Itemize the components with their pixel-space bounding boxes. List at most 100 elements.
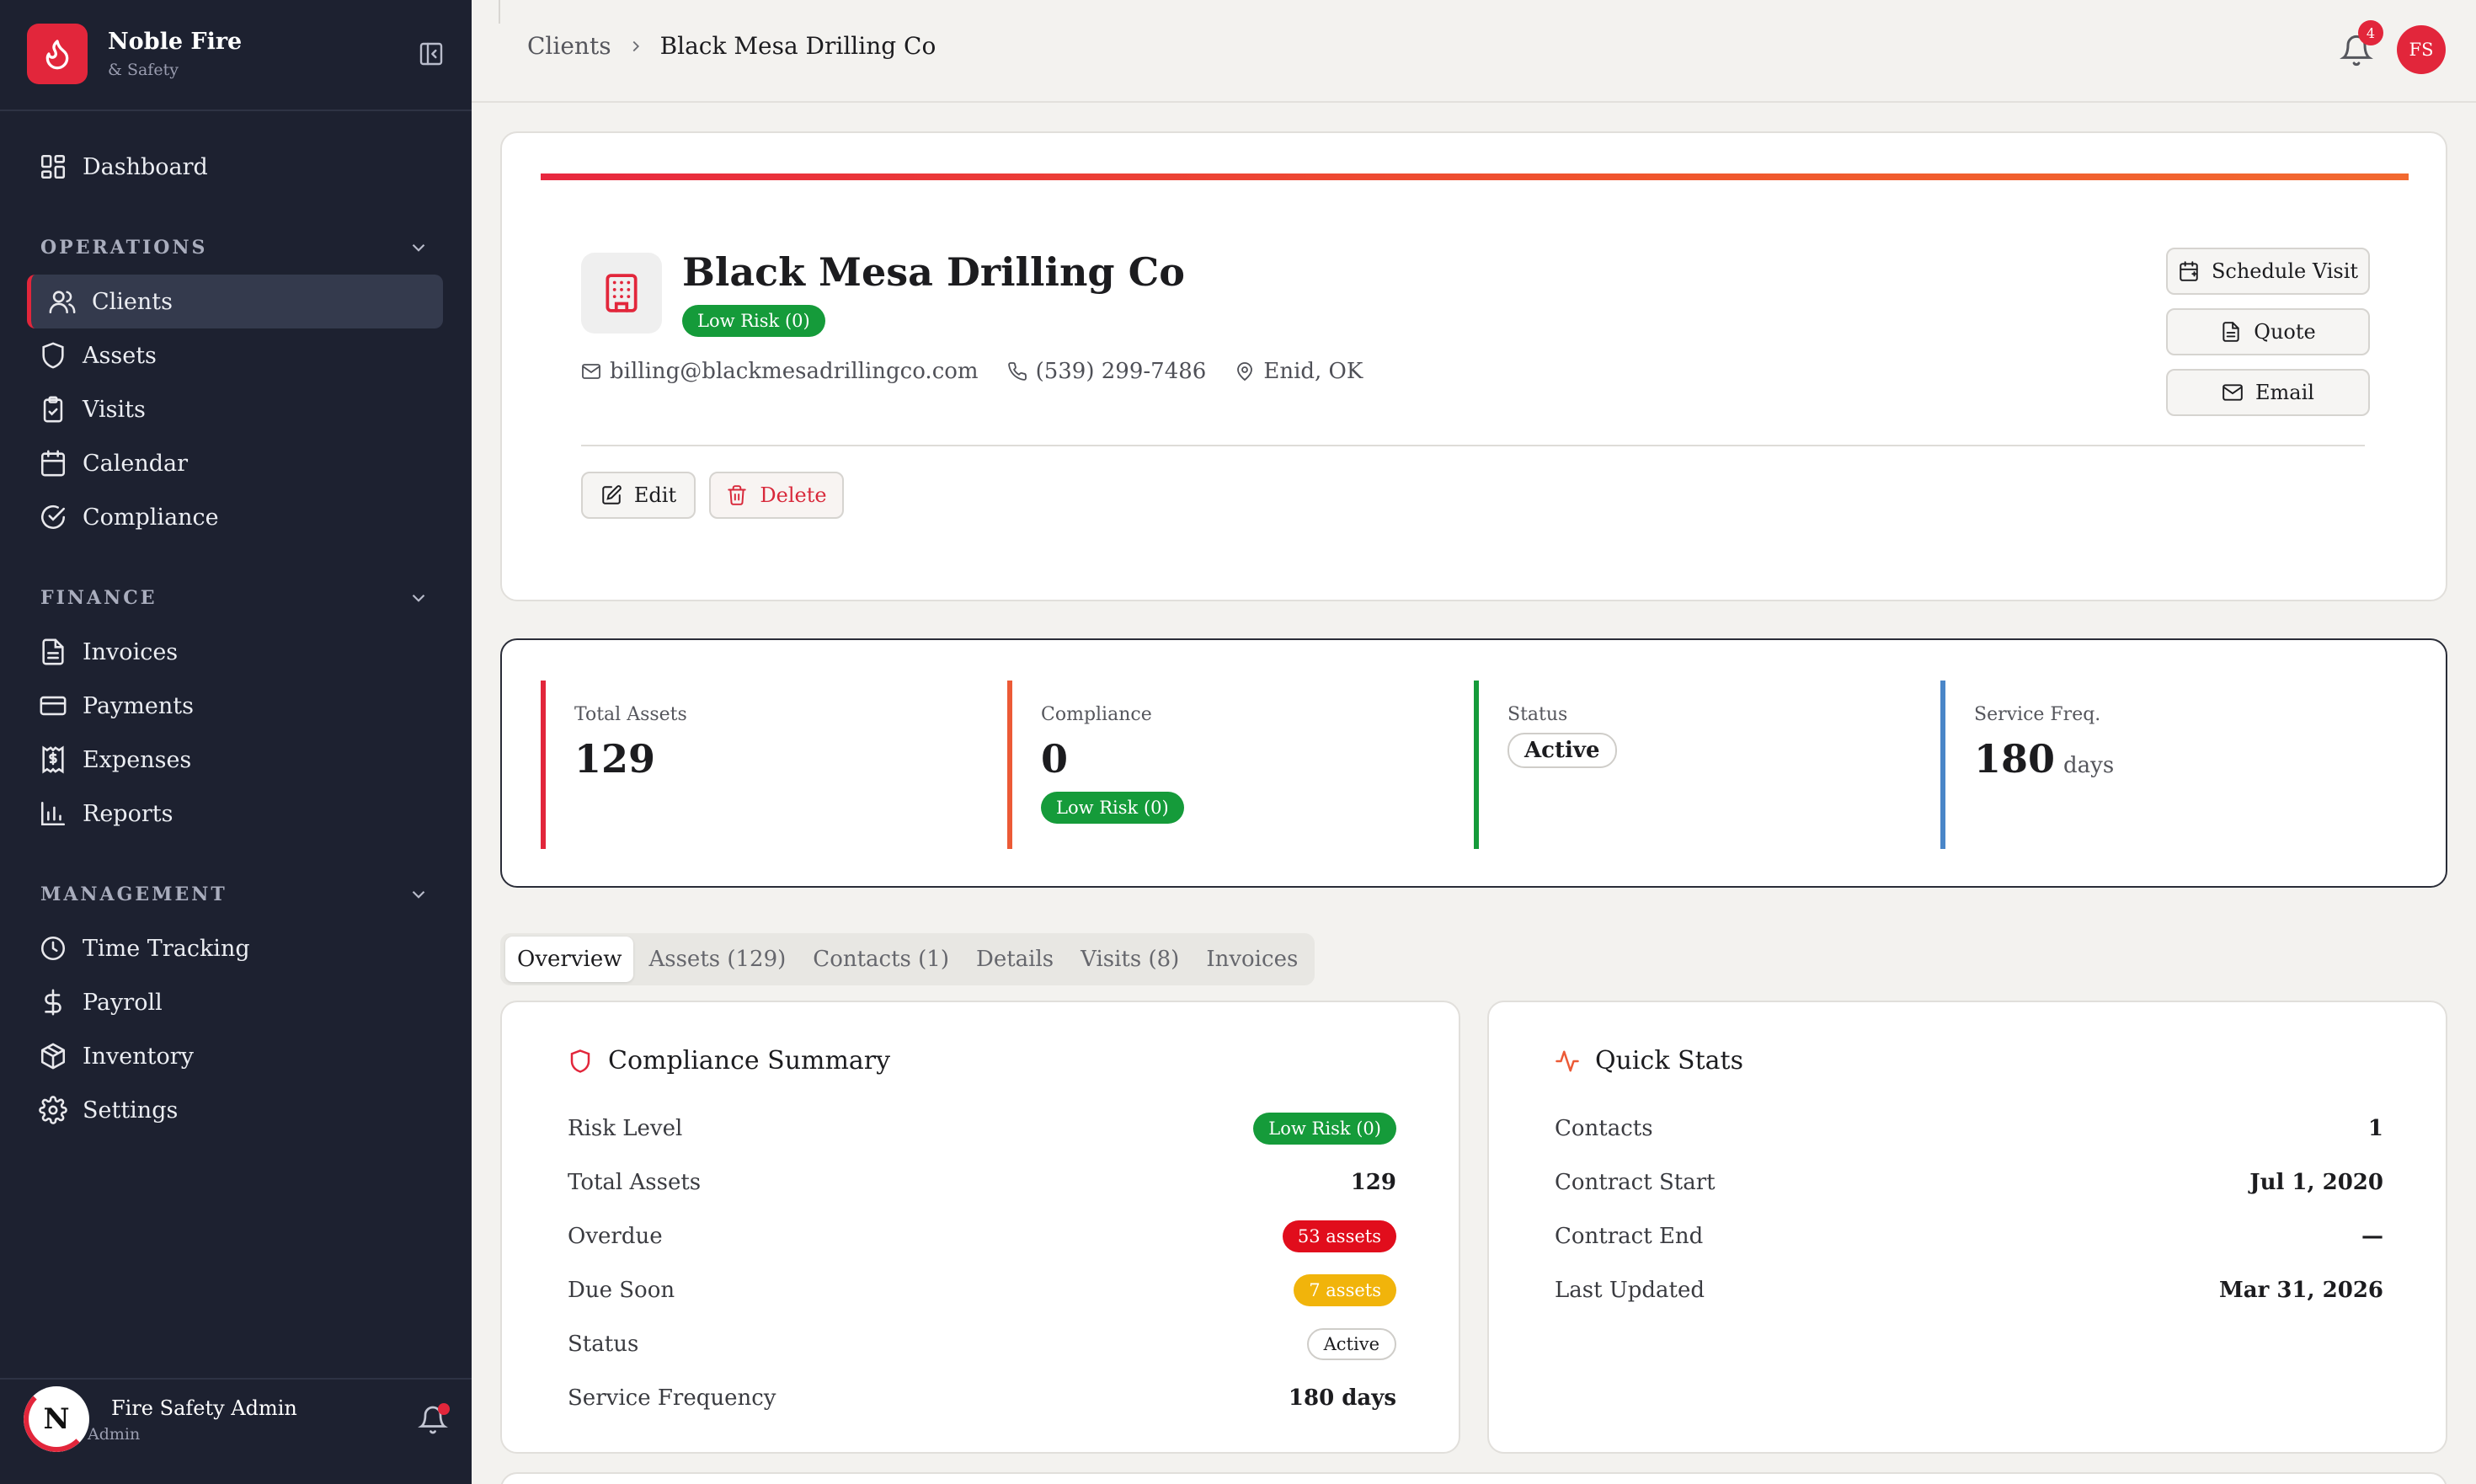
stat-unit: days xyxy=(2063,753,2115,778)
risk-badge: Low Risk (0) xyxy=(682,305,825,337)
sidebar-divider xyxy=(0,109,472,111)
calendar-plus-icon xyxy=(2180,261,2198,281)
tab-overview[interactable]: Overview xyxy=(505,937,634,982)
notifications-bell-icon[interactable]: 4 xyxy=(2340,20,2383,67)
nav-section-management[interactable]: MANAGEMENT xyxy=(40,878,430,911)
tab-assets[interactable]: Assets (129) xyxy=(637,937,798,982)
breadcrumb-current: Black Mesa Drilling Co xyxy=(659,32,937,60)
avatar[interactable]: N xyxy=(24,1386,89,1452)
sidebar-item-dashboard[interactable]: Dashboard xyxy=(27,140,443,194)
sidebar-item-settings[interactable]: Settings xyxy=(27,1083,443,1137)
shield-icon xyxy=(570,1049,590,1073)
compliance-summary-card: Compliance Summary Risk Level Low Risk (… xyxy=(500,1001,1460,1454)
sidebar-item-label: Payroll xyxy=(83,989,163,1016)
flame-logo-icon[interactable] xyxy=(27,24,88,84)
chevron-down-icon xyxy=(412,594,425,602)
receipt-icon xyxy=(42,745,64,774)
location-contact: Enid, OK xyxy=(1235,359,1363,384)
tab-invoices[interactable]: Invoices xyxy=(1194,937,1310,982)
tab-contacts[interactable]: Contacts (1) xyxy=(801,937,961,982)
row-label: Service Frequency xyxy=(568,1385,776,1411)
phone-contact[interactable]: (539) 299-7486 xyxy=(1007,359,1206,384)
avatar-initial: N xyxy=(43,1402,70,1436)
stat-number: 180 xyxy=(1974,736,2056,782)
summary-row-risk-level: Risk Level Low Risk (0) xyxy=(568,1103,1396,1154)
due-soon-badge: 7 assets xyxy=(1294,1274,1396,1306)
user-avatar-button[interactable]: FS xyxy=(2397,25,2446,74)
sidebar-item-label: Reports xyxy=(83,800,173,827)
user-name: Fire Safety Admin xyxy=(111,1396,297,1420)
sidebar-item-calendar[interactable]: Calendar xyxy=(27,436,443,490)
client-contact-info: billing@blackmesadrillingco.com (539) 29… xyxy=(581,359,1363,384)
stat-compliance: Compliance 0 Low Risk (0) xyxy=(1007,681,1462,849)
nav-section-operations[interactable]: OPERATIONS xyxy=(40,231,430,264)
dashboard-icon xyxy=(40,154,66,179)
chevron-right-icon xyxy=(632,40,639,51)
compliance-summary-title: Compliance Summary xyxy=(608,1046,891,1076)
mail-icon xyxy=(582,364,600,379)
client-location: Enid, OK xyxy=(1263,359,1363,384)
shield-icon xyxy=(42,342,64,369)
email-contact[interactable]: billing@blackmesadrillingco.com xyxy=(581,359,979,384)
sidebar-item-time-tracking[interactable]: Time Tracking xyxy=(27,921,443,975)
sidebar-item-invoices[interactable]: Invoices xyxy=(27,625,443,679)
row-label: Contacts xyxy=(1555,1116,1653,1141)
summary-row-overdue: Overdue 53 assets xyxy=(568,1211,1396,1262)
tab-visits[interactable]: Visits (8) xyxy=(1069,937,1191,982)
tab-details[interactable]: Details xyxy=(964,937,1065,982)
quick-stats-title: Quick Stats xyxy=(1595,1046,1743,1076)
row-value: 129 xyxy=(1350,1170,1396,1195)
client-header-card: Black Mesa Drilling Co Low Risk (0) bill… xyxy=(500,131,2447,601)
sidebar-item-inventory[interactable]: Inventory xyxy=(27,1029,443,1083)
dollar-icon xyxy=(45,989,61,1016)
user-profile[interactable]: N Fire Safety Admin Admin xyxy=(24,1381,450,1457)
brand: Noble Fire & Safety xyxy=(27,24,445,84)
sidebar-item-visits[interactable]: Visits xyxy=(27,382,443,436)
row-value: 180 days xyxy=(1288,1385,1396,1411)
sidebar-collapse-icon[interactable] xyxy=(418,40,445,67)
schedule-visit-button[interactable]: Schedule Visit xyxy=(2166,248,2370,295)
breadcrumb-clients-link[interactable]: Clients xyxy=(527,32,611,60)
sidebar-item-reports[interactable]: Reports xyxy=(27,787,443,841)
sidebar-item-label: Dashboard xyxy=(83,153,208,180)
activity-icon xyxy=(1556,1050,1579,1071)
sidebar-item-payroll[interactable]: Payroll xyxy=(27,975,443,1029)
card-title: Compliance Summary xyxy=(568,1046,890,1076)
client-name: Black Mesa Drilling Co xyxy=(682,249,1185,295)
stat-service-frequency: Service Freq. 180 days xyxy=(1940,681,2395,849)
divider xyxy=(581,445,2365,446)
section-title: FINANCE xyxy=(40,587,157,609)
accent-bar xyxy=(541,173,2409,180)
quote-button[interactable]: Quote xyxy=(2166,308,2370,355)
bell-icon[interactable] xyxy=(418,1403,450,1435)
brand-subtitle: & Safety xyxy=(108,61,179,79)
email-button[interactable]: Email xyxy=(2166,369,2370,416)
row-label: Status xyxy=(568,1332,639,1357)
package-icon xyxy=(40,1043,66,1070)
trash-icon xyxy=(728,485,747,505)
nav-section-finance[interactable]: FINANCE xyxy=(40,581,430,615)
sidebar-item-label: Settings xyxy=(83,1097,179,1124)
top-bar: Clients Black Mesa Drilling Co 4 FS xyxy=(472,0,2476,103)
sidebar-item-assets[interactable]: Assets xyxy=(27,328,443,382)
chevron-down-icon xyxy=(412,243,425,252)
stat-value: 0 xyxy=(1041,736,1069,782)
check-circle-icon xyxy=(40,504,66,529)
summary-row-due-soon: Due Soon 7 assets xyxy=(568,1265,1396,1316)
section-title: OPERATIONS xyxy=(40,237,208,259)
sidebar-item-payments[interactable]: Payments xyxy=(27,679,443,733)
gear-icon xyxy=(39,1096,67,1124)
sidebar-item-compliance[interactable]: Compliance xyxy=(27,490,443,544)
edit-icon xyxy=(602,485,622,504)
card-title: Quick Stats xyxy=(1555,1046,1743,1076)
users-icon xyxy=(49,291,76,314)
edit-button[interactable]: Edit xyxy=(581,472,696,519)
sidebar-item-label: Invoices xyxy=(83,638,179,665)
sidebar-item-expenses[interactable]: Expenses xyxy=(27,733,443,787)
delete-button[interactable]: Delete xyxy=(709,472,844,519)
chevron-down-icon xyxy=(412,890,425,899)
stat-value: 129 xyxy=(574,736,656,782)
edit-label: Edit xyxy=(633,483,677,507)
email-label: Email xyxy=(2255,381,2314,404)
sidebar-item-clients[interactable]: Clients xyxy=(27,275,443,328)
